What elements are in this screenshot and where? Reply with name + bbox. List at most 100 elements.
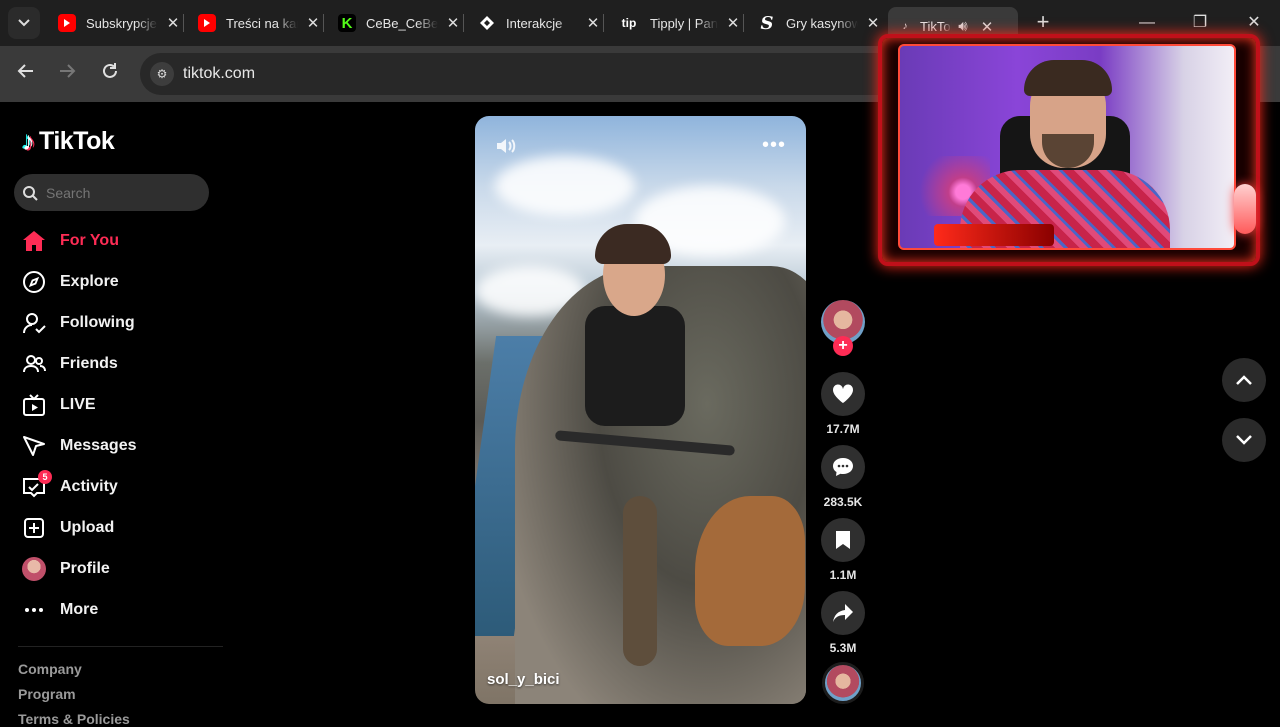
nav-activity[interactable]: 5 Activity [18, 469, 218, 505]
nav-live[interactable]: LIVE [18, 387, 218, 423]
tab-title: TikTok [920, 19, 952, 34]
nav-label: Explore [60, 273, 119, 290]
search-input[interactable] [46, 184, 196, 201]
nav-label: Profile [60, 560, 110, 577]
tiktok-logo[interactable]: ♪ TikTok [22, 126, 115, 157]
close-tab-icon[interactable]: ✕ [864, 14, 882, 32]
share-button[interactable] [821, 591, 865, 635]
compass-icon [18, 268, 50, 296]
nav-upload[interactable]: Upload [18, 510, 218, 546]
s-icon: S [760, 12, 774, 34]
site-settings-icon[interactable]: ⚙︎ [150, 62, 174, 86]
share-icon [833, 604, 853, 622]
forward-button[interactable] [53, 60, 81, 88]
tab-tipply[interactable]: tip Tipply | Panel ✕ [610, 8, 750, 38]
tab-separator [603, 14, 604, 32]
nav-label: Messages [60, 437, 137, 454]
tab-title: Subskrypcje [86, 15, 157, 31]
arrow-left-icon [17, 64, 33, 78]
following-icon [18, 309, 50, 337]
activity-badge: 5 [38, 470, 52, 484]
tab-interakcje[interactable]: Interakcje ✕ [470, 8, 610, 38]
video-cloud [495, 156, 635, 216]
save-count: 1.1M [829, 568, 857, 582]
nav-following[interactable]: Following [18, 305, 218, 341]
nav-messages[interactable]: Messages [18, 428, 218, 464]
heart-icon [832, 384, 854, 403]
tab-tresci[interactable]: Treści na kanale ✕ [190, 8, 330, 38]
comment-count: 283.5K [823, 495, 863, 509]
volume-icon[interactable] [495, 136, 517, 156]
bookmark-icon [836, 531, 850, 549]
share-count: 5.3M [829, 641, 857, 655]
music-disc-icon[interactable] [822, 662, 864, 704]
nav-friends[interactable]: Friends [18, 346, 218, 382]
webcam-hair [1024, 60, 1112, 96]
url-text[interactable]: tiktok.com [183, 65, 255, 83]
reload-icon [103, 63, 117, 78]
tipply-icon: tip [621, 16, 637, 30]
nav-explore[interactable]: Explore [18, 264, 218, 300]
tab-separator [743, 14, 744, 32]
webcam-glow [1234, 184, 1256, 234]
tab-cebe[interactable]: K CeBe_CeBe ✕ [330, 8, 470, 38]
logo-text: TikTok [39, 127, 115, 155]
nav-label: Upload [60, 519, 115, 536]
arrow-right-icon [60, 64, 76, 78]
nav-label: More [60, 601, 99, 618]
comment-button[interactable] [821, 445, 865, 489]
tab-search-button[interactable] [8, 7, 40, 39]
more-icon [18, 596, 50, 624]
tab-gry-kasynowe[interactable]: S Gry kasynowe ✕ [750, 8, 890, 38]
new-tab-button[interactable]: + [1030, 9, 1056, 35]
search-box[interactable] [14, 174, 209, 211]
footer-link-terms[interactable]: Terms & Policies [18, 711, 130, 727]
profile-avatar-wrap [18, 555, 50, 583]
reload-button[interactable] [96, 60, 124, 88]
nav-label: LIVE [60, 396, 96, 413]
tab-title: Interakcje [506, 15, 563, 31]
save-button[interactable] [821, 518, 865, 562]
close-tab-icon[interactable]: ✕ [724, 14, 742, 32]
sidebar: ♪ TikTok For You Explore Following Frien… [0, 102, 230, 727]
follow-button[interactable]: + [833, 336, 853, 356]
diamond-icon [478, 14, 496, 32]
close-tab-icon[interactable]: ✕ [584, 14, 602, 32]
live-icon [18, 391, 50, 419]
tab-separator [323, 14, 324, 32]
video-player[interactable]: ••• sol_y_bici [475, 116, 806, 704]
home-icon [18, 227, 50, 255]
close-tab-icon[interactable]: ✕ [164, 14, 182, 32]
back-button[interactable] [12, 60, 40, 88]
profile-avatar [22, 557, 46, 581]
footer-link-company[interactable]: Company [18, 661, 82, 677]
video-author[interactable]: sol_y_bici [487, 671, 560, 688]
previous-video-button[interactable] [1222, 358, 1266, 402]
next-video-button[interactable] [1222, 418, 1266, 462]
footer-link-program[interactable]: Program [18, 686, 76, 702]
speaker-icon[interactable]: 🔊︎ [954, 18, 972, 35]
nav-label: Activity [60, 478, 118, 495]
tab-subskrypcje[interactable]: Subskrypcje ✕ [50, 8, 190, 38]
webcam-red-bar [934, 224, 1054, 246]
nav-for-you[interactable]: For You [18, 223, 218, 259]
tab-title: Tipply | Panel [650, 15, 718, 31]
close-tab-icon[interactable]: ✕ [304, 14, 322, 32]
nav-profile[interactable]: Profile [18, 551, 218, 587]
tab-separator [463, 14, 464, 32]
tab-title: Gry kasynowe [786, 15, 858, 31]
video-more-button[interactable]: ••• [762, 134, 786, 157]
chevron-down-icon [1236, 435, 1252, 445]
chevron-up-icon [1236, 375, 1252, 385]
tab-title: Treści na kanale [226, 15, 298, 31]
video-rider-body [585, 306, 685, 426]
tab-title: CeBe_CeBe [366, 15, 438, 31]
sidebar-divider [18, 646, 223, 647]
nav-more[interactable]: More [18, 592, 218, 628]
close-tab-icon[interactable]: ✕ [978, 18, 996, 36]
youtube-icon [198, 14, 216, 32]
search-icon [22, 184, 40, 202]
close-tab-icon[interactable]: ✕ [444, 14, 462, 32]
video-dog [695, 496, 805, 646]
like-button[interactable] [821, 372, 865, 416]
